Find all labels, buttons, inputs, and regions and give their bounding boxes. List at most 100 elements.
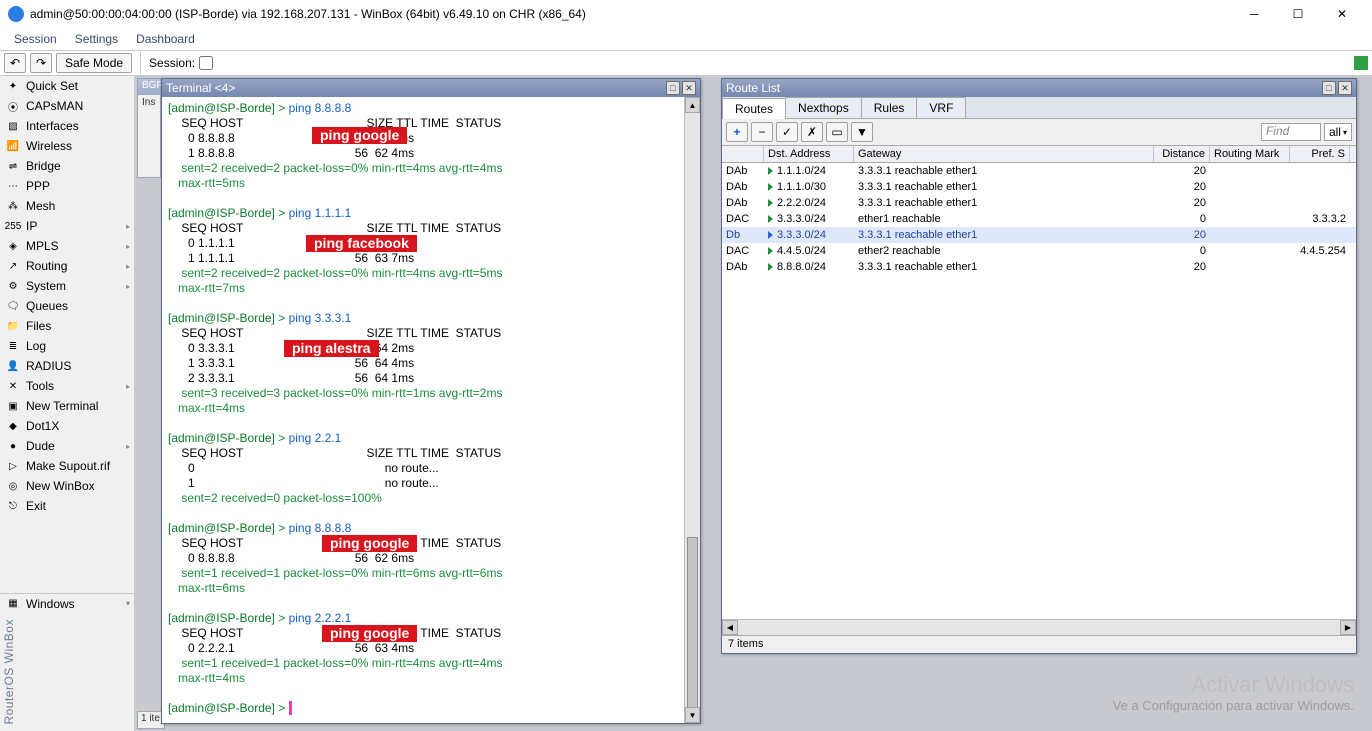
col-ps[interactable]: Pref. S <box>1290 146 1350 162</box>
maximize-button[interactable]: ☐ <box>1276 0 1320 28</box>
table-row[interactable]: Db3.3.3.0/243.3.3.1 reachable ether120 <box>722 227 1356 243</box>
sidebar-item-capsman[interactable]: ⦿CAPsMAN <box>0 96 134 116</box>
sidebar-item-ip[interactable]: 255IP▸ <box>0 216 134 236</box>
table-row[interactable]: DAb8.8.8.0/243.3.3.1 reachable ether120 <box>722 259 1356 275</box>
sidebar-icon: ◆ <box>6 419 20 433</box>
safe-mode-button[interactable]: Safe Mode <box>56 53 132 73</box>
sidebar-item-label: Interfaces <box>26 119 79 133</box>
menu-session[interactable]: Session <box>6 30 65 48</box>
table-row[interactable]: DAC4.4.5.0/24ether2 reachable04.4.5.254 <box>722 243 1356 259</box>
terminal-close-button[interactable]: ✕ <box>682 81 696 95</box>
table-row[interactable]: DAb1.1.1.0/303.3.3.1 reachable ether120 <box>722 179 1356 195</box>
sidebar-item-bridge[interactable]: ⇌Bridge <box>0 156 134 176</box>
scroll-thumb[interactable] <box>687 537 698 717</box>
sidebar-item-windows[interactable]: ▦ Windows ▾ <box>0 593 134 613</box>
add-button[interactable]: + <box>726 122 748 142</box>
sidebar-item-dot1x[interactable]: ◆ Dot1X <box>0 416 134 436</box>
col-rm[interactable]: Routing Mark <box>1210 146 1290 162</box>
routelist-status: 7 items <box>722 635 1356 653</box>
find-input[interactable]: Find <box>1261 123 1321 141</box>
sidebar-item-tools[interactable]: ✕Tools▸ <box>0 376 134 396</box>
scroll-left-icon[interactable]: ◀ <box>722 620 738 635</box>
app-icon <box>8 6 24 22</box>
redo-button[interactable]: ↷ <box>30 53 52 73</box>
terminal-body[interactable]: [admin@ISP-Borde] > ping 8.8.8.8 SEQ HOS… <box>162 97 700 723</box>
sidebar-item-label: New Terminal <box>26 399 98 413</box>
comment-button[interactable]: ▭ <box>826 122 848 142</box>
sidebar-icon: ⇌ <box>6 159 20 173</box>
sidebar-item-dude[interactable]: ●Dude▸ <box>0 436 134 456</box>
sidebar-item-mpls[interactable]: ◈MPLS▸ <box>0 236 134 256</box>
routelist-hscroll[interactable]: ◀ ▶ <box>722 619 1356 635</box>
sidebar-item-make-supout-rif[interactable]: ▷Make Supout.rif <box>0 456 134 476</box>
sidebar-item-wireless[interactable]: 📶Wireless <box>0 136 134 156</box>
scroll-right-icon[interactable]: ▶ <box>1340 620 1356 635</box>
tab-rules[interactable]: Rules <box>861 97 918 118</box>
terminal-titlebar[interactable]: Terminal <4> □ ✕ <box>162 79 700 97</box>
sidebar-icon: ◈ <box>6 239 20 253</box>
sidebar-item-new-winbox[interactable]: ◎New WinBox <box>0 476 134 496</box>
table-row[interactable]: DAb2.2.2.0/243.3.3.1 reachable ether120 <box>722 195 1356 211</box>
main-area: ✦Quick Set⦿CAPsMAN▧Interfaces📶Wireless⇌B… <box>0 76 1372 731</box>
sidebar-item-radius[interactable]: 👤RADIUS <box>0 356 134 376</box>
minimize-button[interactable]: ─ <box>1232 0 1276 28</box>
col-dst[interactable]: Dst. Address <box>764 146 854 162</box>
filter-button[interactable]: ▼ <box>851 122 873 142</box>
sidebar-item-label: Tools <box>26 379 54 393</box>
brand-text: RouterOS WinBox <box>0 613 134 731</box>
chevron-right-icon: ▸ <box>126 222 130 231</box>
scroll-down-icon[interactable]: ▼ <box>685 707 700 723</box>
sidebar-item-interfaces[interactable]: ▧Interfaces <box>0 116 134 136</box>
sidebar-item-system[interactable]: ⚙System▸ <box>0 276 134 296</box>
sidebar-item-log[interactable]: ≣Log <box>0 336 134 356</box>
tab-nexthops[interactable]: Nexthops <box>785 97 862 118</box>
menu-dashboard[interactable]: Dashboard <box>128 30 203 48</box>
session-group: Session: <box>149 56 213 70</box>
col-gw[interactable]: Gateway <box>854 146 1154 162</box>
routelist-titlebar[interactable]: Route List □ ✕ <box>722 79 1356 97</box>
col-dist[interactable]: Distance <box>1154 146 1210 162</box>
chevron-down-icon: ▾ <box>126 599 130 608</box>
remove-button[interactable]: − <box>751 122 773 142</box>
tab-routes[interactable]: Routes <box>722 98 786 119</box>
all-dropdown[interactable]: all▾ <box>1324 123 1352 141</box>
disable-button[interactable]: ✗ <box>801 122 823 142</box>
table-row[interactable]: DAC3.3.3.0/24ether1 reachable03.3.3.2 <box>722 211 1356 227</box>
sidebar-item-label: Dot1X <box>26 419 59 433</box>
session-checkbox[interactable] <box>199 56 213 70</box>
sidebar-item-files[interactable]: 📁Files <box>0 316 134 336</box>
terminal-window: Terminal <4> □ ✕ [admin@ISP-Borde] > pin… <box>161 78 701 724</box>
sidebar-icon: 📁 <box>6 319 20 333</box>
sidebar-item-label: CAPsMAN <box>26 99 83 113</box>
undo-button[interactable]: ↶ <box>4 53 26 73</box>
col-flag[interactable] <box>722 146 764 162</box>
sidebar-item-label: RADIUS <box>26 359 71 373</box>
toolbar-separator <box>140 52 141 74</box>
table-row[interactable]: DAb1.1.1.0/243.3.3.1 reachable ether120 <box>722 163 1356 179</box>
sidebar-item-label: Dude <box>26 439 55 453</box>
sidebar-item-quick-set[interactable]: ✦Quick Set <box>0 76 134 96</box>
sidebar-item-ppp[interactable]: ⋯PPP <box>0 176 134 196</box>
sidebar-item-new-terminal[interactable]: ▣New Terminal <box>0 396 134 416</box>
enable-button[interactable]: ✓ <box>776 122 798 142</box>
scroll-up-icon[interactable]: ▲ <box>685 97 700 113</box>
routelist-min-button[interactable]: □ <box>1322 81 1336 95</box>
terminal-min-button[interactable]: □ <box>666 81 680 95</box>
sidebar-icon: 🗨 <box>6 299 20 313</box>
close-button[interactable]: ✕ <box>1320 0 1364 28</box>
sidebar-item-routing[interactable]: ↗Routing▸ <box>0 256 134 276</box>
chevron-right-icon: ▸ <box>126 262 130 271</box>
sidebar-item-mesh[interactable]: ⁂Mesh <box>0 196 134 216</box>
sidebar-icon: ▷ <box>6 459 20 473</box>
routelist-close-button[interactable]: ✕ <box>1338 81 1352 95</box>
terminal-scrollbar[interactable]: ▲ ▼ <box>684 97 700 723</box>
menu-settings[interactable]: Settings <box>67 30 126 48</box>
routelist-window: Route List □ ✕ Routes Nexthops Rules VRF… <box>721 78 1357 654</box>
session-label: Session: <box>149 56 195 70</box>
routelist-grid: Dst. Address Gateway Distance Routing Ma… <box>722 146 1356 635</box>
sidebar-item-queues[interactable]: 🗨Queues <box>0 296 134 316</box>
sidebar-item-exit[interactable]: ⎋Exit <box>0 496 134 516</box>
sidebar-icon: ⚙ <box>6 279 20 293</box>
tab-vrf[interactable]: VRF <box>916 97 966 118</box>
sidebar-item-label: MPLS <box>26 239 59 253</box>
